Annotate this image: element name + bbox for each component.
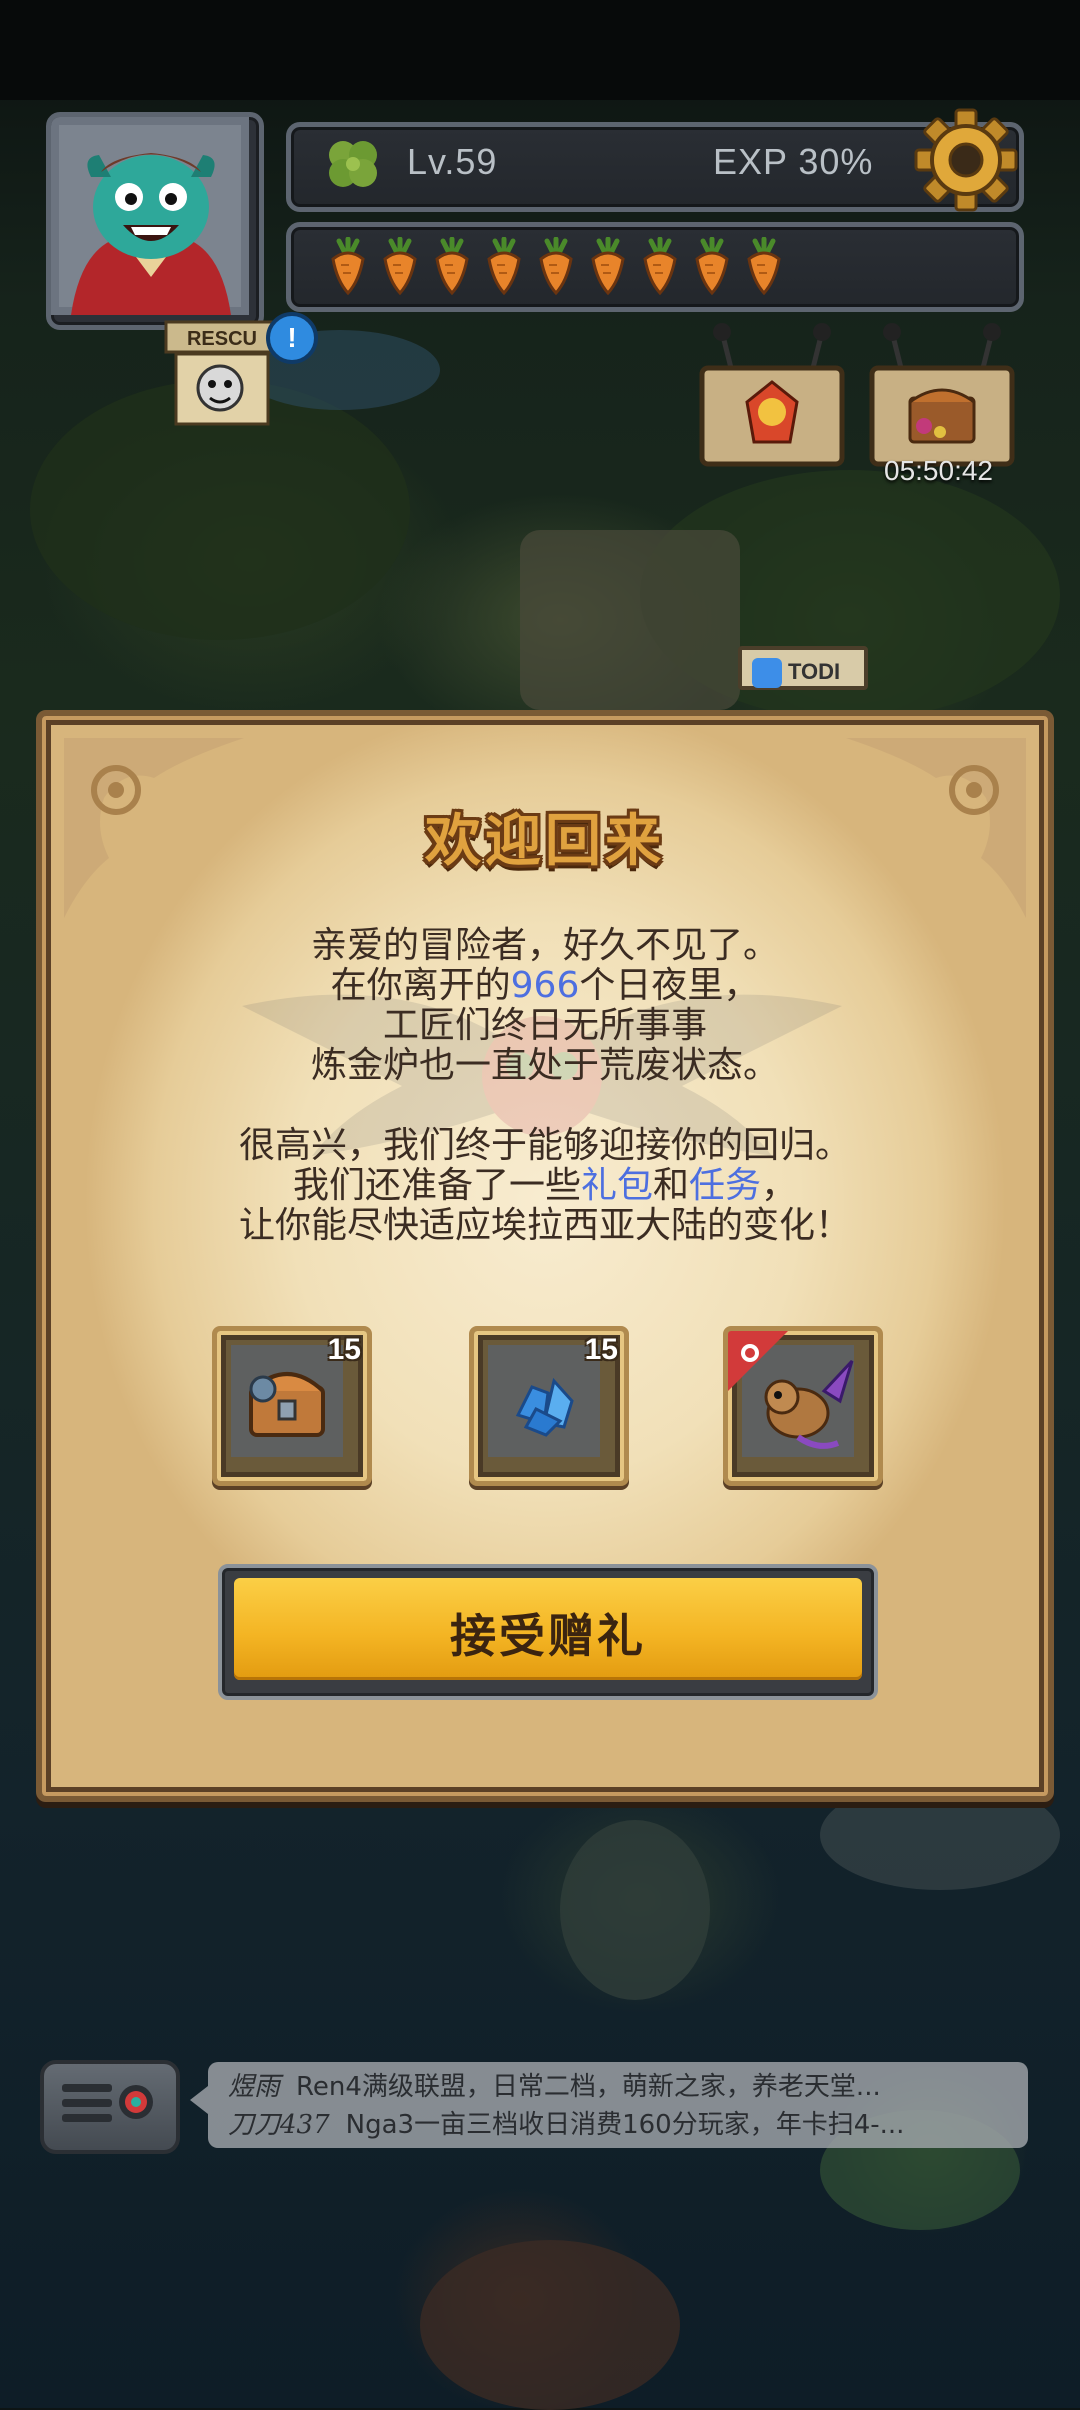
dragon-pet-icon	[728, 1331, 854, 1457]
todi-face-icon	[752, 658, 782, 689]
avatar-portrait	[51, 117, 249, 315]
settings-gear-icon[interactable]	[911, 105, 1021, 215]
carrot-list	[325, 237, 787, 295]
temple-ruins	[520, 530, 740, 710]
dialog-title: 欢迎回来	[425, 809, 665, 874]
days-away-count: 966	[510, 965, 580, 1006]
event-signboard-icon[interactable]	[692, 322, 852, 472]
accept-button-label: 接受赠礼	[450, 1609, 646, 1663]
welcome-back-dialog: 欢迎回来 亲爱的冒险者，好久不见了。 在你离开的966个日夜里， 工匠们终日无所…	[36, 710, 1054, 1802]
message-line: 很高兴，我们终于能够迎接你的回归。	[238, 1125, 851, 1166]
message-line: 我们还准备了一些礼包和任务，	[42, 1166, 1048, 1206]
message-text: 个日夜里，	[579, 965, 760, 1006]
chat-button[interactable]	[40, 2060, 180, 2154]
player-avatar[interactable]	[46, 112, 264, 330]
message-line: 工匠们终日无所事事	[382, 1005, 707, 1046]
status-bar-area	[0, 0, 1080, 100]
todi-signboard[interactable]: TODI	[738, 646, 868, 690]
event-timer: 05:50:42	[884, 455, 993, 486]
message-line: 炼金炉也一直处于荒废状态。	[310, 1045, 779, 1086]
reward-slot-crystal[interactable]: 15	[469, 1326, 629, 1486]
message-paragraph-2: 很高兴，我们终于能够迎接你的回归。 我们还准备了一些礼包和任务， 让你能尽快适应…	[42, 1126, 1048, 1246]
reward-count: 15	[584, 1333, 618, 1366]
todi-label: TODI	[788, 659, 841, 684]
chat-message: 煜雨 Ren4满级联盟，日常二档，萌新之家，养老天堂...	[228, 2068, 1008, 2106]
carrot-icon	[383, 237, 417, 295]
carrot-icon	[539, 237, 573, 295]
message-line: 亲爱的冒险者，好久不见了。	[310, 925, 779, 966]
chat-sender: 刀刀437	[228, 2110, 330, 2140]
message-line: 让你能尽快适应埃拉西亚大陆的变化！	[238, 1205, 851, 1246]
quest-link[interactable]: 任务	[689, 1165, 761, 1206]
carrot-icon	[331, 237, 365, 295]
message-text: ，	[761, 1165, 798, 1206]
world-chat-preview[interactable]: 煜雨 Ren4满级联盟，日常二档，萌新之家，养老天堂... 刀刀437 Nga3一亩…	[190, 2062, 1028, 2148]
accept-button-face: 接受赠礼	[234, 1578, 862, 1680]
reward-slot-chest[interactable]: 15	[212, 1326, 372, 1486]
alert-badge[interactable]: !	[266, 312, 318, 364]
message-line: 在你离开的966个日夜里，	[42, 966, 1048, 1006]
carrot-icon	[695, 237, 729, 295]
clover-leaf-icon	[329, 141, 377, 187]
carrot-icon	[487, 237, 521, 295]
island	[420, 2240, 680, 2410]
message-text: 和	[652, 1165, 689, 1206]
message-paragraph-1: 亲爱的冒险者，好久不见了。 在你离开的966个日夜里， 工匠们终日无所事事 炼金…	[42, 926, 1048, 1086]
message-text: 我们还准备了一些	[292, 1165, 581, 1206]
carrot-icon	[747, 237, 781, 295]
stamina-carrot-bar	[286, 222, 1024, 312]
chat-sender: 煜雨	[228, 2072, 281, 2102]
player-level: Lv.59	[407, 141, 498, 182]
lighthouse-island	[560, 1820, 710, 2000]
gift-pack-link[interactable]: 礼包	[581, 1165, 653, 1206]
chat-text: Nga3一亩三档收日消费160分玩家，年卡扫4-...	[345, 2110, 905, 2140]
chat-message: 刀刀437 Nga3一亩三档收日消费160分玩家，年卡扫4-...	[228, 2106, 1008, 2144]
reward-count: 15	[327, 1333, 361, 1366]
exp-percentage: EXP 30%	[713, 141, 874, 182]
accept-gift-button[interactable]: 接受赠礼	[218, 1564, 878, 1700]
carrot-icon	[435, 237, 469, 295]
chat-menu-icon	[62, 2084, 153, 2122]
rescue-sign-label: RESCU	[187, 328, 257, 350]
carrot-icon	[591, 237, 625, 295]
message-text: 在你离开的	[330, 965, 511, 1006]
level-bar: Lv.59 EXP 30%	[286, 108, 1024, 212]
rescue-building-icon[interactable]: RESCU	[162, 318, 282, 428]
chat-text: Ren4满级联盟，日常二档，萌新之家，养老天堂...	[296, 2072, 881, 2102]
carrot-icon	[643, 237, 677, 295]
treasure-signboard-icon[interactable]	[862, 322, 1022, 472]
reward-slot-pet[interactable]	[723, 1326, 883, 1486]
